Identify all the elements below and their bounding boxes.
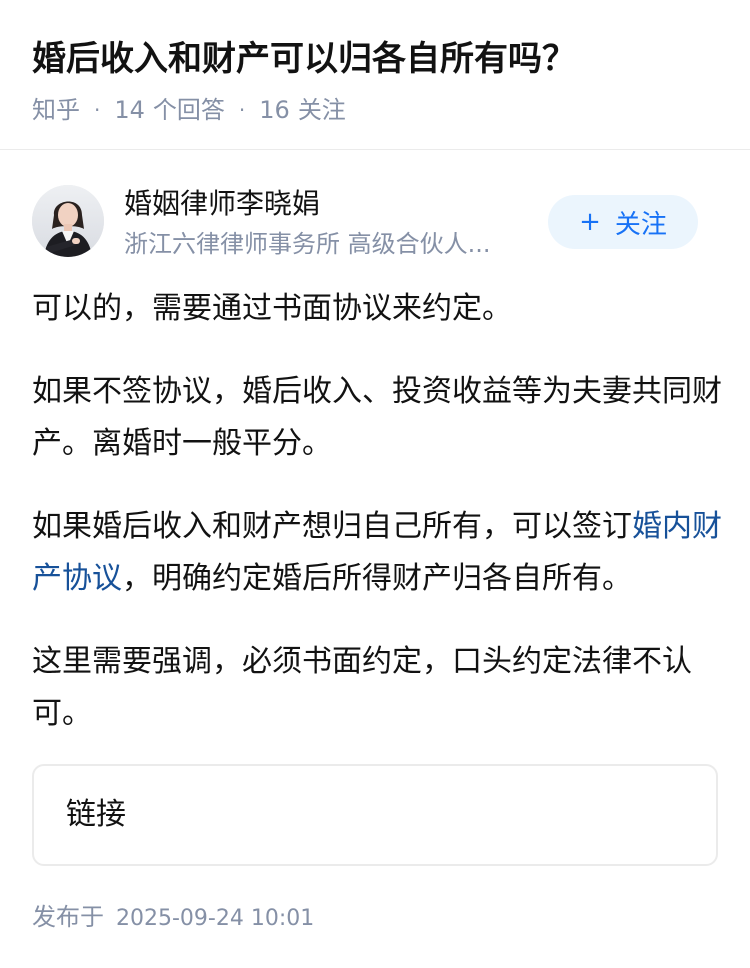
answer-paragraph-2: 如果不签协议，婚后收入、投资收益等为夫妻共同财产。离婚时一般平分。 [32,374,722,461]
publish-datetime: 2025-09-24 10:01 [116,906,315,931]
author-name[interactable]: 婚姻律师李晓娟 [124,185,320,223]
follow-button[interactable]: + 关注 [548,195,698,249]
answer-paragraph-1: 可以的，需要通过书面协议来约定。 [32,291,512,326]
answer-paragraph-3-text-a: 如果婚后收入和财产想归自己所有，可以签订 [32,509,632,544]
link-card-label: 链接 [66,797,126,832]
answer-paragraph-4: 这里需要强调，必须书面约定，口头约定法律不认可。 [32,644,692,731]
link-card[interactable]: 链接 [32,764,718,866]
plus-icon: + [579,207,601,237]
source-label[interactable]: 知乎 [32,92,80,128]
follower-count-label: 关注 [297,96,346,124]
question-title[interactable]: 婚后收入和财产可以归各自所有吗？ [32,36,576,82]
answer-count-label: 个回答 [152,96,225,124]
avatar[interactable] [32,185,104,257]
meta-separator-2: · [238,98,246,122]
avatar-photo-icon [32,185,104,257]
question-meta: 知乎 · 14 个回答 · 16 关注 [32,92,346,128]
author-title: 浙江六律律师事务所 高级合伙人... [124,230,491,258]
publish-prefix: 发布于 [32,903,104,931]
meta-separator: · [94,98,101,122]
answer-paragraph-3-text-b: ，明确约定婚后所得财产归各自所有。 [122,561,632,596]
answer-paragraph-3: 如果婚后收入和财产想归自己所有，可以签订婚内财产协议，明确约定婚后所得财产归各自… [32,501,722,605]
follower-count: 16 [259,96,290,124]
follow-button-label: 关注 [614,209,667,240]
publish-info: 发布于 2025-09-24 10:01 [32,899,314,937]
author-info: 婚姻律师李晓娟 浙江六律律师事务所 高级合伙人... + 关注 [32,185,718,261]
question-header: 婚后收入和财产可以归各自所有吗？ 知乎 · 14 个回答 · 16 关注 [0,0,750,150]
answer-count: 14 [114,96,145,124]
answer-content: 可以的，需要通过书面协议来约定。 如果不签协议，婚后收入、投资收益等为夫妻共同财… [32,283,722,771]
